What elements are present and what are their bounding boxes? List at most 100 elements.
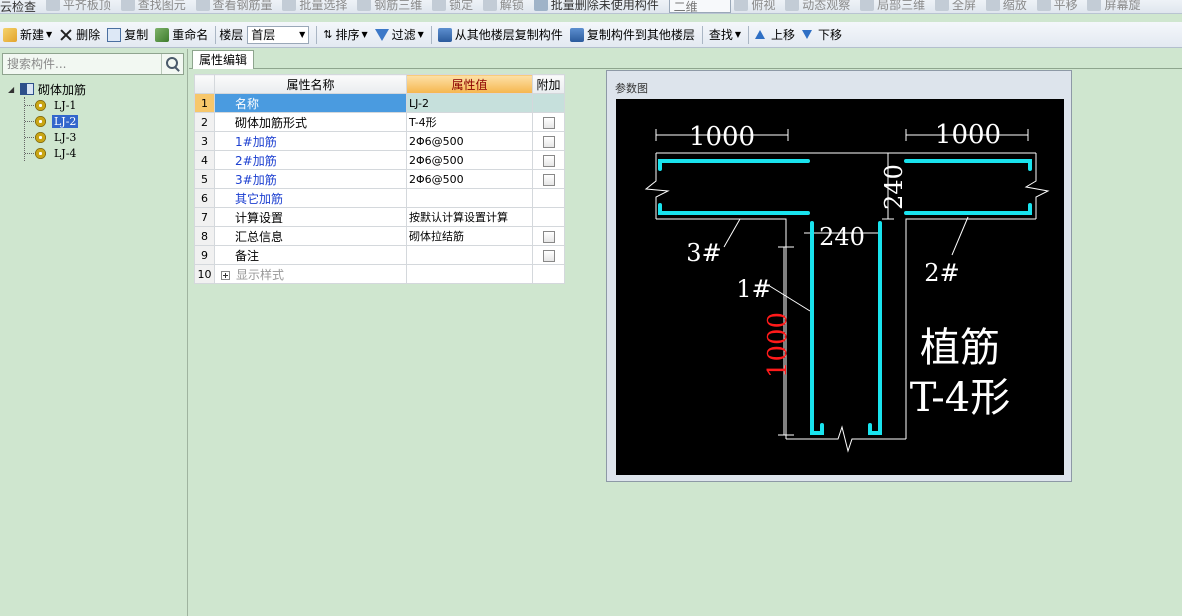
floor-select[interactable]: 首层 ▼ bbox=[247, 25, 310, 44]
new-button[interactable]: 新建 ▼ bbox=[0, 24, 55, 46]
copy-button[interactable]: 复制 bbox=[104, 24, 151, 46]
extra-cell bbox=[532, 207, 565, 227]
t4-rebar-diagram: 1000 1000 240 240 3# 2# 1# 植筋 T-4形 1000 bbox=[644, 120, 1050, 453]
search-icon[interactable] bbox=[161, 54, 183, 74]
tree-item-lj-1[interactable]: LJ-1 bbox=[25, 97, 86, 113]
property-name[interactable]: 其它加筋 bbox=[214, 188, 407, 208]
view-rebar-button[interactable]: 查看钢筋量 bbox=[195, 0, 273, 12]
tree-item-lj-2[interactable]: LJ-2 bbox=[25, 113, 86, 129]
extra-checkbox[interactable] bbox=[542, 249, 555, 262]
move-down-button[interactable]: 下移 bbox=[799, 24, 845, 46]
find-element-button[interactable]: 查找图元 bbox=[120, 0, 186, 12]
align-slab-top-button[interactable]: 平齐板顶 bbox=[45, 0, 111, 12]
batch-delete-unused-button[interactable]: 批量删除未使用构件 bbox=[533, 0, 659, 12]
batch-select-button[interactable]: 批量选择 bbox=[282, 0, 347, 12]
property-value[interactable]: 砌体拉结筋 bbox=[406, 226, 533, 246]
filter-button[interactable]: 过滤 ▼ bbox=[372, 24, 427, 46]
row-number: 4 bbox=[194, 150, 215, 170]
property-value[interactable]: LJ-2 bbox=[406, 93, 533, 113]
move-up-button[interactable]: 上移 bbox=[752, 24, 798, 46]
leader-2 bbox=[951, 216, 969, 256]
extra-checkbox[interactable] bbox=[542, 173, 555, 186]
property-value[interactable]: 按默认计算设置计算 bbox=[406, 207, 533, 227]
rebar-2-top-right bbox=[904, 159, 1032, 171]
property-value[interactable] bbox=[406, 264, 533, 284]
pan-button[interactable]: 平移 bbox=[1036, 0, 1078, 12]
dim-text-240-horizontal: 240 bbox=[819, 223, 865, 251]
delete-button[interactable]: 删除 bbox=[56, 24, 103, 46]
table-row[interactable]: 5 3#加筋 2Φ6@500 bbox=[194, 169, 565, 189]
screen-rotate-button[interactable]: 屏幕旋 bbox=[1087, 0, 1141, 12]
tree-item-label: LJ-4 bbox=[54, 146, 77, 160]
property-value[interactable]: 2Φ6@500 bbox=[406, 131, 533, 151]
property-name[interactable]: 计算设置 bbox=[214, 207, 407, 227]
lock-button[interactable]: 锁定 bbox=[432, 0, 473, 12]
orbit-button[interactable]: 动态观察 bbox=[785, 0, 850, 12]
top-view-button[interactable]: 俯视 bbox=[734, 0, 775, 12]
row-number: 5 bbox=[194, 169, 215, 189]
local-3d-button[interactable]: 局部三维 bbox=[860, 0, 925, 12]
search-input[interactable] bbox=[3, 54, 161, 74]
rebar-3-top-left bbox=[658, 159, 810, 171]
tree-root-masonry-rebar[interactable]: ◢ 砌体加筋 bbox=[8, 81, 86, 97]
property-value[interactable]: 2Φ6@500 bbox=[406, 150, 533, 170]
property-name[interactable]: 名称 bbox=[214, 93, 407, 113]
pan-icon bbox=[1036, 0, 1051, 11]
tree-item-lj-3[interactable]: LJ-3 bbox=[25, 129, 86, 145]
tree-item-label: LJ-3 bbox=[54, 130, 77, 144]
table-row[interactable]: 7 计算设置 按默认计算设置计算 bbox=[194, 207, 565, 227]
property-name[interactable]: 3#加筋 bbox=[214, 169, 407, 189]
table-row[interactable]: 1 名称 LJ-2 bbox=[194, 93, 565, 113]
property-value[interactable] bbox=[406, 245, 533, 265]
expand-plus-icon[interactable] bbox=[221, 270, 230, 280]
extra-checkbox[interactable] bbox=[542, 154, 555, 167]
table-row[interactable]: 10 显示样式 bbox=[194, 264, 565, 284]
property-name[interactable]: 2#加筋 bbox=[214, 150, 407, 170]
copy-from-other-floor-button[interactable]: 从其他楼层复制构件 bbox=[435, 24, 566, 46]
table-row[interactable]: 9 备注 bbox=[194, 245, 565, 265]
unlock-icon bbox=[482, 0, 497, 11]
property-name[interactable]: 汇总信息 bbox=[214, 226, 407, 246]
property-name[interactable]: 备注 bbox=[214, 245, 407, 265]
table-row[interactable]: 6 其它加筋 bbox=[194, 188, 565, 208]
component-toolbar: 新建 ▼ 删除 复制 重命名 楼层 首层 ▼ ⇅ 排序 ▼ 过滤 ▼ 从其他楼层复制构件 … bbox=[0, 22, 1182, 48]
extra-header[interactable]: 附加 bbox=[532, 74, 565, 94]
property-value[interactable]: 2Φ6@500 bbox=[406, 169, 533, 189]
component-tree: ◢ 砌体加筋 LJ-1 LJ-2 LJ-3 LJ-4 bbox=[8, 81, 86, 161]
property-name[interactable]: 砌体加筋形式 bbox=[214, 112, 407, 132]
cloud-check-button[interactable]: 云检查 bbox=[0, 0, 36, 13]
find-button[interactable]: 查找 ▼ bbox=[706, 24, 744, 46]
zoom-button[interactable]: 缩放 bbox=[985, 0, 1027, 12]
table-row[interactable]: 4 2#加筋 2Φ6@500 bbox=[194, 150, 565, 170]
tree-item-lj-4[interactable]: LJ-4 bbox=[25, 145, 86, 161]
extra-checkbox[interactable] bbox=[542, 230, 555, 243]
table-row[interactable]: 3 1#加筋 2Φ6@500 bbox=[194, 131, 565, 151]
arrow-down-icon bbox=[802, 30, 813, 39]
property-value[interactable] bbox=[406, 188, 533, 208]
extra-checkbox[interactable] bbox=[542, 116, 555, 129]
row-number: 10 bbox=[194, 264, 215, 284]
bar-label-3: 3# bbox=[686, 239, 721, 267]
collapse-triangle-icon[interactable]: ◢ bbox=[8, 85, 18, 94]
property-value-header[interactable]: 属性值 bbox=[406, 74, 533, 94]
caption-line-1: 植筋 bbox=[920, 325, 1000, 371]
find-icon bbox=[120, 0, 135, 11]
copy-to-other-floor-button[interactable]: 复制构件到其他楼层 bbox=[567, 24, 698, 46]
extra-checkbox[interactable] bbox=[542, 135, 555, 148]
table-row[interactable]: 2 砌体加筋形式 T-4形 bbox=[194, 112, 565, 132]
property-name[interactable]: 显示样式 bbox=[214, 264, 407, 284]
rebar-3d-button[interactable]: 钢筋三维 bbox=[357, 0, 422, 12]
unlock-button[interactable]: 解锁 bbox=[482, 0, 524, 12]
table-row[interactable]: 8 汇总信息 砌体拉结筋 bbox=[194, 226, 565, 246]
property-value[interactable]: T-4形 bbox=[406, 112, 533, 132]
fullscreen-button[interactable]: 全屏 bbox=[934, 0, 976, 12]
tab-property-edit[interactable]: 属性编辑 bbox=[192, 50, 255, 69]
rename-button[interactable]: 重命名 bbox=[152, 24, 211, 46]
property-name-header[interactable]: 属性名称 bbox=[214, 74, 407, 94]
lock-icon bbox=[432, 0, 447, 11]
sort-button[interactable]: ⇅ 排序 ▼ bbox=[320, 24, 370, 46]
row-number: 6 bbox=[194, 188, 215, 208]
new-icon bbox=[3, 27, 17, 42]
property-name[interactable]: 1#加筋 bbox=[214, 131, 407, 151]
view-mode-select[interactable]: 二维 bbox=[668, 0, 731, 13]
